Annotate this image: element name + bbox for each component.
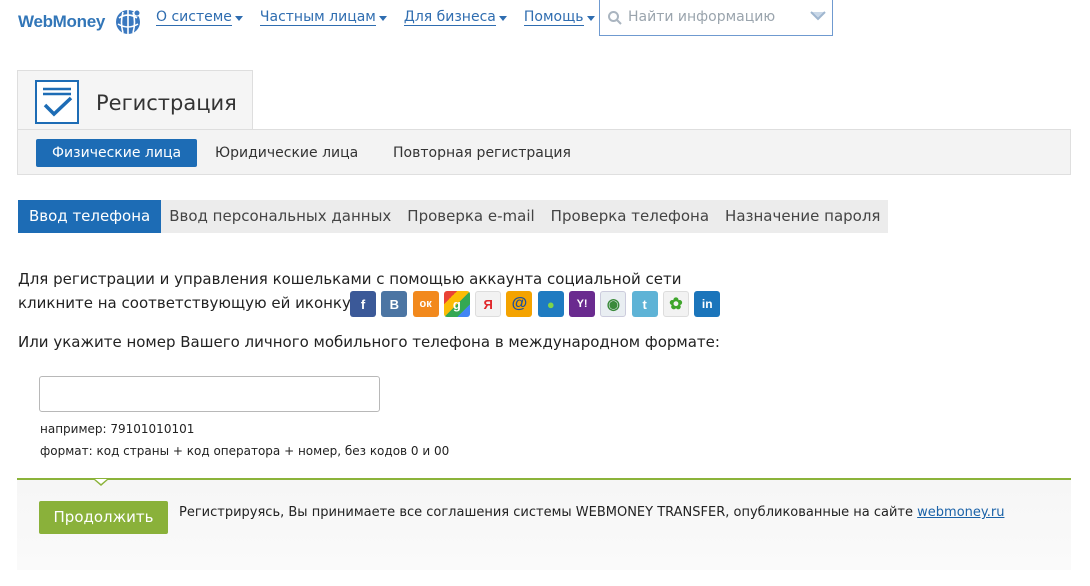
myworld-icon[interactable]: ●	[537, 291, 564, 317]
phone-prompt: Или укажите номер Вашего личного мобильн…	[18, 333, 720, 351]
linkedin-icon[interactable]: in	[694, 291, 721, 317]
openid-icon[interactable]: ◉	[600, 291, 627, 317]
mailru-icon[interactable]: @	[506, 291, 533, 317]
agreement-label: Регистрируясь, Вы принимаете все соглаше…	[179, 505, 914, 520]
tab-legal-entities[interactable]: Юридические лица	[215, 139, 358, 167]
nav-about-label: О системе	[156, 9, 232, 26]
registration-type-tabs: Физические лица Юридические лица Повторн…	[17, 129, 1071, 175]
chevron-down-icon	[234, 15, 243, 21]
nav-business-label: Для бизнеса	[403, 9, 496, 26]
logo-text: WebMoney	[18, 12, 106, 31]
phone-example: например: 79101010101	[40, 422, 195, 436]
facebook-icon[interactable]: f	[350, 291, 376, 317]
phone-format-hint: формат: код страны + код оператора + ном…	[40, 444, 450, 458]
webmoney-link[interactable]: webmoney.ru	[917, 505, 1004, 520]
step-personal-data: Ввод персональных данных	[169, 207, 392, 225]
top-nav: О системе Частным лицам Для бизнеса Помо…	[156, 10, 612, 26]
yahoo-icon[interactable]: Y!	[569, 291, 596, 317]
search-box	[599, 0, 833, 36]
vkontakte-icon[interactable]: B	[381, 291, 408, 317]
social-intro-text: Для регистрации и управления кошельками …	[18, 270, 682, 288]
divider-notch-inner	[95, 479, 107, 484]
top-header: WebMoney О системе Частным лицам Для биз…	[0, 0, 1090, 44]
search-input[interactable]	[628, 9, 798, 25]
social-icons: f B ок g Я @ ● Y! ◉ t ✿ in	[350, 291, 726, 317]
nav-about[interactable]: О системе	[156, 10, 243, 26]
chevron-down-icon	[498, 15, 507, 21]
chevron-down-icon	[378, 15, 387, 21]
step-email: Проверка e-mail	[407, 207, 535, 225]
nav-business[interactable]: Для бизнеса	[403, 9, 507, 26]
nav-individuals-label: Частным лицам	[259, 9, 376, 26]
search-icon	[608, 11, 622, 25]
footer-panel	[17, 480, 1071, 570]
registration-tab: Регистрация	[17, 70, 253, 130]
tab-re-registration[interactable]: Повторная регистрация	[393, 139, 571, 167]
icq-icon[interactable]: ✿	[662, 291, 689, 317]
chevron-down-icon	[586, 15, 595, 21]
webmoney-globe-icon	[116, 9, 141, 34]
page-title: Регистрация	[96, 91, 237, 115]
odnoklassniki-icon[interactable]: ок	[412, 291, 439, 317]
divider	[17, 478, 1071, 480]
continue-button[interactable]: Продолжить	[39, 501, 168, 534]
agreement-text: Регистрируясь, Вы принимаете все соглаше…	[179, 505, 1004, 520]
search-dropdown-icon[interactable]	[810, 10, 826, 22]
nav-individuals[interactable]: Частным лицам	[259, 9, 387, 26]
twitter-icon[interactable]: t	[631, 291, 658, 317]
nav-help-label: Помощь	[523, 9, 584, 26]
tab-individuals[interactable]: Физические лица	[36, 139, 198, 167]
nav-help[interactable]: Помощь	[523, 9, 595, 26]
registration-steps: Ввод телефона Ввод персональных данных П…	[18, 200, 889, 233]
yandex-icon[interactable]: Я	[475, 291, 502, 317]
step-phone-check: Проверка телефона	[550, 207, 710, 225]
social-intro-text-2: кликните на соответствующую ей иконку:	[18, 294, 356, 312]
webmoney-logo[interactable]: WebMoney	[18, 8, 143, 36]
step-phone: Ввод телефона	[18, 200, 162, 233]
google-icon[interactable]: g	[443, 291, 470, 317]
phone-input[interactable]	[39, 376, 380, 412]
registration-checklist-icon	[35, 80, 79, 124]
step-password: Назначение пароля	[725, 207, 881, 225]
